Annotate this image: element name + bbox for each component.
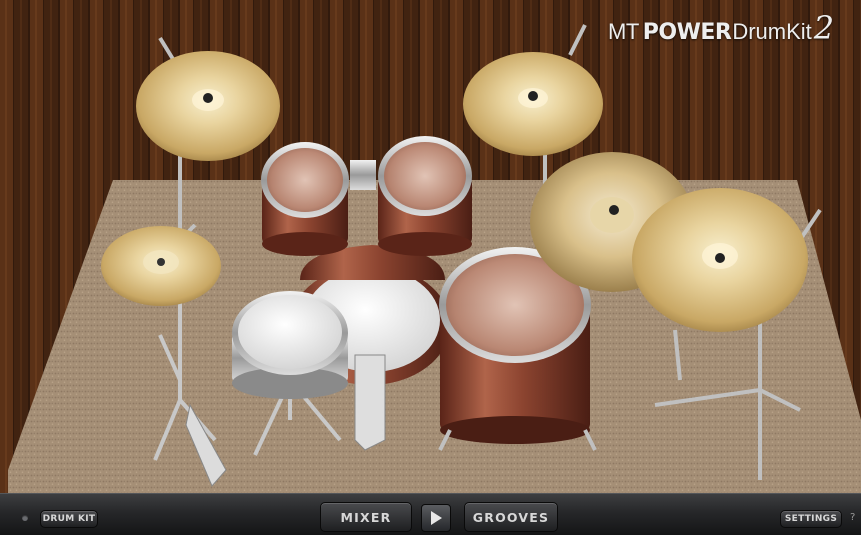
grooves-button[interactable]: GROOVES [464,502,558,532]
crash-cymbal-left [136,51,280,161]
crash-cymbal-right [463,52,603,156]
tom-mount [350,160,376,190]
hihat-cymbal [101,226,221,306]
plugin-window: MT POWER DrumKit 2 DRUM KIT MIXER GROOVE… [0,0,861,535]
play-button[interactable] [421,504,451,532]
play-icon [431,511,442,525]
help-icon[interactable]: ? [850,512,855,523]
mixer-button[interactable]: MIXER [320,502,412,532]
logo-power: POWER [642,20,732,45]
indicator-dot-left [22,515,28,521]
rack-tom-right [378,136,472,256]
logo-drumkit: DrumKit [732,19,812,44]
rack-tom-left [261,142,349,256]
drum-kit-button[interactable]: DRUM KIT [40,510,98,528]
app-logo: MT POWER DrumKit 2 [608,12,834,45]
logo-prefix: MT [608,19,639,44]
drum-kit-stage [0,0,861,493]
kick-pedal [354,354,386,451]
logo-version: 2 [813,9,835,47]
settings-button[interactable]: SETTINGS [780,510,842,528]
ride-cymbal [632,188,808,332]
